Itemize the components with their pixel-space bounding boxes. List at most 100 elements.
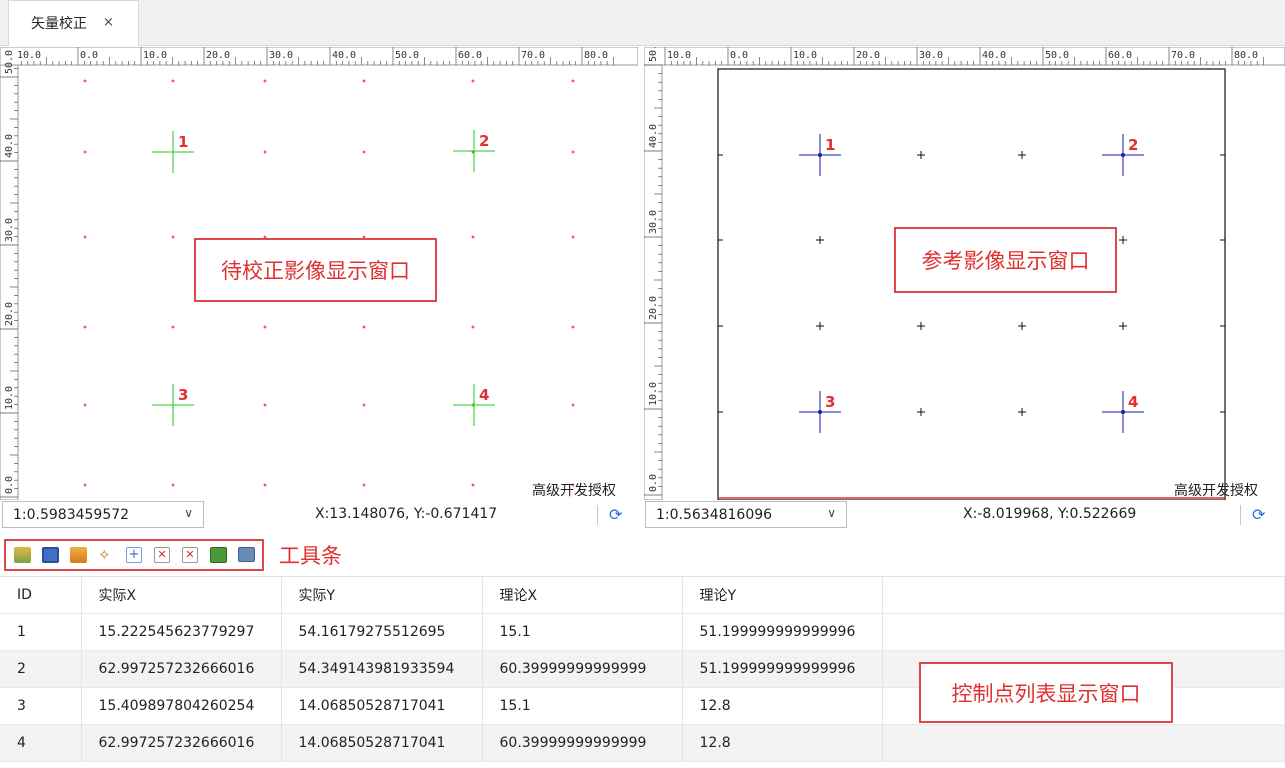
cell-id: 2 [0,650,82,688]
ruler-label: 20.0 [856,50,880,61]
close-icon[interactable]: × [103,15,114,30]
control-point-dot [818,153,822,157]
table-header: ID 实际X 实际Y 理论X 理论Y [0,576,1285,614]
settings-icon[interactable] [238,547,255,562]
reference-scale-select[interactable]: 1:0.5634816096 ∨ [645,501,847,528]
delete-all-icon[interactable]: ✕ [182,547,198,563]
chevron-down-icon: ∨ [827,506,836,520]
ruler-label: 20.0 [648,296,659,320]
chevron-down-icon: ∨ [184,506,193,520]
ruler-label: 0.0 [730,50,748,61]
cell-theory-y: 12.8 [682,687,883,725]
delete-point-icon[interactable]: ✕ [154,547,170,563]
toolbar-annotation: 工具条 [279,544,342,568]
vertical-ruler [0,64,19,500]
cell-actual-y: 14.06850528717041 [281,687,483,725]
ruler-label: 70.0 [521,50,545,61]
ruler-label: 0.0 [4,476,15,494]
ruler-label: 80.0 [584,50,608,61]
scale-value: 1:0.5634816096 [656,507,773,523]
control-point-dot [818,410,822,414]
scale-value: 1:0.5983459572 [13,507,130,523]
add-point-icon[interactable]: + [126,547,142,563]
cell-actual-y: 54.16179275512695 [281,613,483,651]
column-header-empty [882,576,1285,614]
tab-title: 矢量校正 [31,16,87,32]
control-point-label: 4 [479,386,489,404]
cell-actual-y: 54.349143981933594 [281,650,483,688]
column-header-actual-y[interactable]: 实际Y [281,576,483,614]
ruler-label: 50.0 [4,50,15,74]
save-points-icon[interactable] [42,547,59,563]
ruler-label: 50.0 [1045,50,1069,61]
cell-id: 4 [0,724,82,762]
refresh-icon[interactable]: ⟳ [1252,505,1265,524]
cell-actual-x: 15.409897804260254 [81,687,282,725]
control-point-label: 2 [479,132,489,150]
import-icon[interactable] [70,547,87,563]
control-point-dot [1121,153,1125,157]
column-header-id[interactable]: ID [0,576,82,614]
cell-theory-x: 60.39999999999999 [482,724,683,762]
control-point-label: 4 [1128,393,1138,411]
ruler-label: 0.0 [80,50,98,61]
source-view-annotation: 待校正影像显示窗口 [194,238,437,302]
cell-id: 3 [0,687,82,725]
tab-vector-correction[interactable]: 矢量校正 × [8,0,139,46]
cell-theory-x: 15.1 [482,687,683,725]
auto-match-icon[interactable]: ✧ [98,547,115,563]
ruler-label: 10.0 [648,382,659,406]
cell-actual-x: 62.997257232666016 [81,724,282,762]
cell-empty [882,724,1285,762]
cell-empty [882,613,1285,651]
ruler-label: 10.0 [17,50,41,61]
ruler-label: 10.0 [4,386,15,410]
ruler-label: 40.0 [648,124,659,148]
cell-id: 1 [0,613,82,651]
divider [1240,505,1241,525]
ruler-label: 60.0 [458,50,482,61]
table-annotation: 控制点列表显示窗口 [919,662,1173,723]
column-header-theory-y[interactable]: 理论Y [682,576,883,614]
cell-theory-y: 51.199999999999996 [682,650,883,688]
source-scale-select[interactable]: 1:0.5983459572 ∨ [2,501,204,528]
cell-actual-x: 15.222545623779297 [81,613,282,651]
refresh-icon[interactable]: ⟳ [609,505,622,524]
ruler-label: 50.0 [395,50,419,61]
reference-cursor-coords: X:-8.019968, Y:0.522669 [963,506,1137,522]
ruler-label: 0.0 [648,474,659,492]
cell-theory-y: 51.199999999999996 [682,613,883,651]
ruler-label: 30.0 [269,50,293,61]
control-point-label: 3 [825,393,835,411]
apply-correction-icon[interactable] [210,547,227,563]
cell-actual-x: 62.997257232666016 [81,650,282,688]
license-watermark: 高级开发授权 [532,483,616,499]
column-header-theory-x[interactable]: 理论X [482,576,683,614]
ruler-label: 40.0 [4,134,15,158]
toolbar: ✧ + ✕ ✕ [4,539,264,571]
control-point-dot [1121,410,1125,414]
open-points-icon[interactable] [14,547,31,563]
ruler-label: 30.0 [4,218,15,242]
cell-theory-y: 12.8 [682,724,883,762]
ruler-label: 20.0 [206,50,230,61]
reference-view-annotation: 参考影像显示窗口 [894,227,1117,293]
column-header-actual-x[interactable]: 实际X [81,576,282,614]
control-point-label: 1 [178,133,188,151]
ruler-label: 40.0 [332,50,356,61]
cell-theory-x: 60.39999999999999 [482,650,683,688]
cell-actual-y: 14.06850528717041 [281,724,483,762]
table-row[interactable]: 1 15.222545623779297 54.16179275512695 1… [0,613,1285,651]
ruler-label: 70.0 [1171,50,1195,61]
ruler-label: 50.0 [648,47,659,62]
table-row[interactable]: 4 62.997257232666016 14.06850528717041 6… [0,724,1285,762]
ruler-label: 10.0 [143,50,167,61]
control-point-label: 3 [178,386,188,404]
control-point-label: 1 [825,136,835,154]
ruler-label: 80.0 [1234,50,1258,61]
source-cursor-coords: X:13.148076, Y:-0.671417 [315,506,498,522]
ruler-label: 10.0 [793,50,817,61]
cell-theory-x: 15.1 [482,613,683,651]
ruler-label: 60.0 [1108,50,1132,61]
license-watermark: 高级开发授权 [1174,483,1258,499]
